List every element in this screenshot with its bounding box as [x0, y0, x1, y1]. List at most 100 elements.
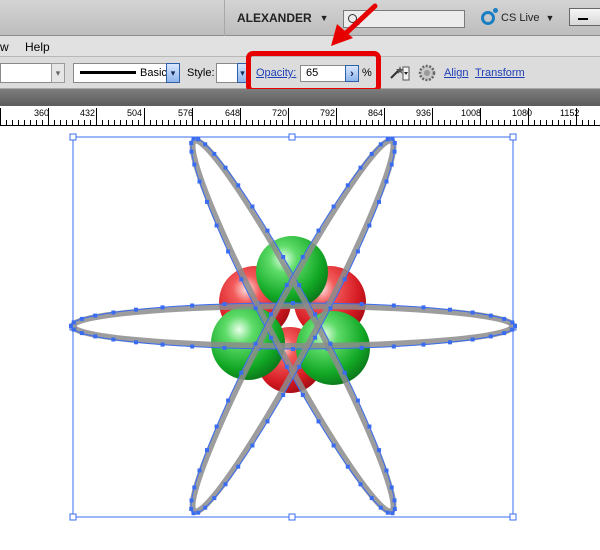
anchor-point — [226, 249, 231, 254]
ruler-label: 504 — [127, 108, 143, 118]
anchor-point — [488, 313, 493, 318]
cs-live-icon — [481, 8, 498, 25]
anchor-point — [392, 498, 397, 503]
ruler-label: 864 — [368, 108, 384, 118]
red-arrow-annotation — [331, 3, 378, 46]
anchor-point — [196, 510, 201, 515]
anchor-point — [134, 307, 138, 312]
anchor-point — [513, 324, 517, 328]
artboard-canvas[interactable] — [0, 126, 600, 550]
cs-live-button[interactable]: CS Live ▼ — [481, 6, 554, 30]
brush-dropdown[interactable]: ▾ — [166, 63, 180, 83]
anchor-point — [222, 302, 227, 307]
anchor-point — [189, 149, 194, 154]
menu-item-window[interactable]: w — [0, 40, 9, 54]
stroke-weight-dropdown[interactable]: ▾ — [51, 63, 65, 83]
anchor-point — [385, 137, 390, 142]
selection-bounding-box[interactable] — [69, 133, 517, 521]
resize-handle[interactable] — [288, 133, 296, 141]
anchor-point — [291, 347, 295, 351]
anchor-point — [281, 393, 286, 397]
anchor-point — [69, 324, 73, 328]
anchor-point — [448, 340, 452, 345]
anchor-point — [384, 468, 389, 473]
workspace-switcher[interactable]: ALEXANDER ▼ — [224, 0, 329, 36]
magic-wand-icon — [390, 66, 410, 81]
resize-handle[interactable] — [69, 513, 77, 521]
anchor-point — [79, 316, 84, 321]
anchor-point — [355, 249, 360, 254]
anchor-point — [189, 498, 194, 503]
anchor-point — [316, 419, 321, 424]
anchor-point — [205, 448, 209, 453]
anchor-point — [93, 334, 98, 339]
anchor-point — [313, 312, 318, 317]
electron-orbits[interactable] — [69, 127, 517, 525]
anchor-point — [284, 283, 289, 288]
anchor-point — [328, 341, 333, 346]
align-link[interactable]: Align — [444, 67, 468, 79]
anchor-point — [212, 496, 217, 501]
anchor-point — [502, 331, 507, 336]
anchor-point — [291, 301, 295, 305]
anchor-point — [392, 141, 397, 145]
anchor-point — [392, 149, 397, 154]
anchor-point — [470, 337, 475, 342]
anchor-point — [93, 313, 98, 318]
anchor-point — [342, 277, 347, 282]
document-tab-strip — [0, 89, 600, 106]
orbit-path — [190, 137, 396, 515]
anchor-point — [212, 151, 217, 156]
anchor-point — [250, 443, 255, 448]
anchor-point — [71, 327, 76, 332]
anchor-point — [421, 305, 426, 310]
resize-handle[interactable] — [69, 133, 77, 141]
anchor-point — [470, 310, 475, 315]
anchor-point — [284, 364, 289, 369]
anchor-point — [367, 223, 372, 228]
stroke-weight-field[interactable] — [0, 63, 52, 83]
anchor-point — [197, 179, 202, 184]
anchor-point — [239, 370, 244, 375]
resize-handle[interactable] — [509, 513, 517, 521]
anchor-point — [203, 142, 208, 147]
ruler-label: 576 — [178, 108, 194, 118]
anchor-point — [328, 306, 333, 311]
anchor-point — [345, 464, 350, 469]
options-gear-button[interactable] — [418, 64, 436, 82]
brush-label: Basic — [140, 67, 167, 79]
anchor-point — [189, 507, 194, 511]
anchor-point — [392, 507, 397, 511]
anchor-point — [384, 179, 389, 184]
anchor-point — [111, 310, 116, 315]
anchor-point — [197, 468, 202, 473]
anchor-point — [192, 485, 197, 490]
anchor-point — [189, 141, 194, 145]
anchor-point — [358, 165, 363, 170]
anchor-point — [265, 419, 270, 424]
anchor-point — [345, 183, 350, 188]
anchor-point — [190, 303, 195, 308]
anchor-point — [358, 482, 363, 487]
anchor-point — [281, 255, 286, 259]
anchor-point — [236, 464, 241, 469]
menu-item-help[interactable]: Help — [25, 40, 50, 54]
transform-link[interactable]: Transform — [475, 67, 525, 79]
recolor-artwork-button[interactable] — [388, 63, 410, 83]
anchor-point — [268, 312, 273, 317]
workspace-label: ALEXANDER — [237, 11, 312, 25]
minimize-button[interactable] — [569, 8, 600, 26]
graphic-style-swatch[interactable] — [216, 63, 238, 83]
anchor-point — [300, 255, 305, 259]
anchor-point — [253, 341, 258, 346]
ruler-label: 720 — [272, 108, 288, 118]
anchor-point — [71, 320, 76, 325]
resize-handle[interactable] — [288, 513, 296, 521]
anchor-point — [191, 136, 196, 141]
resize-handle[interactable] — [509, 133, 517, 141]
anchor-point — [331, 443, 336, 448]
anchor-point — [196, 137, 201, 142]
anchor-point — [390, 136, 395, 141]
anchor-point — [192, 162, 197, 167]
anchor-point — [316, 228, 321, 233]
